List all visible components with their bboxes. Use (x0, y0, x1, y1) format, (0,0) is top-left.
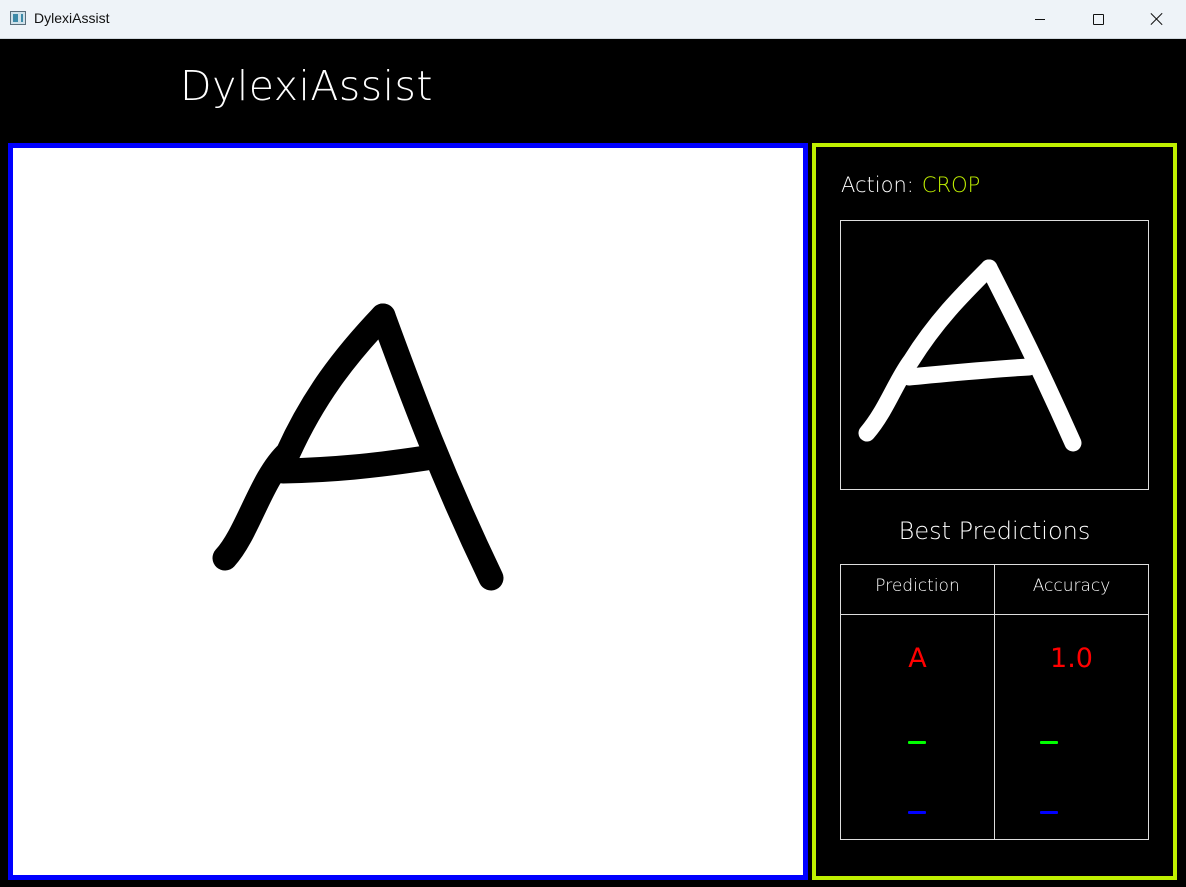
minimize-button[interactable] (1011, 0, 1069, 38)
predictions-table: Prediction Accuracy A 1.0 (840, 564, 1149, 840)
app-header-title: DylexiAssist (180, 62, 433, 110)
prediction-2-empty-dash (908, 741, 926, 744)
accuracy-3-empty-dash (1040, 811, 1058, 814)
accuracy-1: 1.0 (1050, 643, 1093, 674)
action-status: Action: CROP (841, 173, 980, 197)
cropped-letter-a (858, 259, 1082, 452)
app-window-icon (10, 11, 26, 25)
prediction-3-empty-dash (908, 811, 926, 814)
header-accuracy: Accuracy (1032, 576, 1111, 596)
side-panel: Action: CROP Best Predictions Prediction … (812, 143, 1177, 880)
close-button[interactable] (1128, 0, 1186, 38)
maximize-icon (1092, 13, 1104, 25)
action-value: CROP (921, 173, 981, 197)
close-icon (1150, 12, 1164, 26)
window-title: DylexiAssist (34, 10, 110, 26)
prediction-1: A (908, 643, 927, 674)
window-titlebar: DylexiAssist (0, 0, 1186, 39)
best-predictions-title: Best Predictions (898, 517, 1091, 545)
action-label: Action: (841, 173, 914, 197)
table-column-divider (994, 565, 995, 839)
drawn-letter-a (212, 303, 504, 591)
minimize-icon (1035, 18, 1045, 20)
maximize-button[interactable] (1069, 0, 1127, 38)
accuracy-2-empty-dash (1040, 741, 1058, 744)
drawing-canvas[interactable] (8, 143, 808, 880)
crop-preview (840, 220, 1149, 490)
header-prediction: Prediction (875, 576, 960, 596)
table-header-divider (841, 614, 1148, 615)
